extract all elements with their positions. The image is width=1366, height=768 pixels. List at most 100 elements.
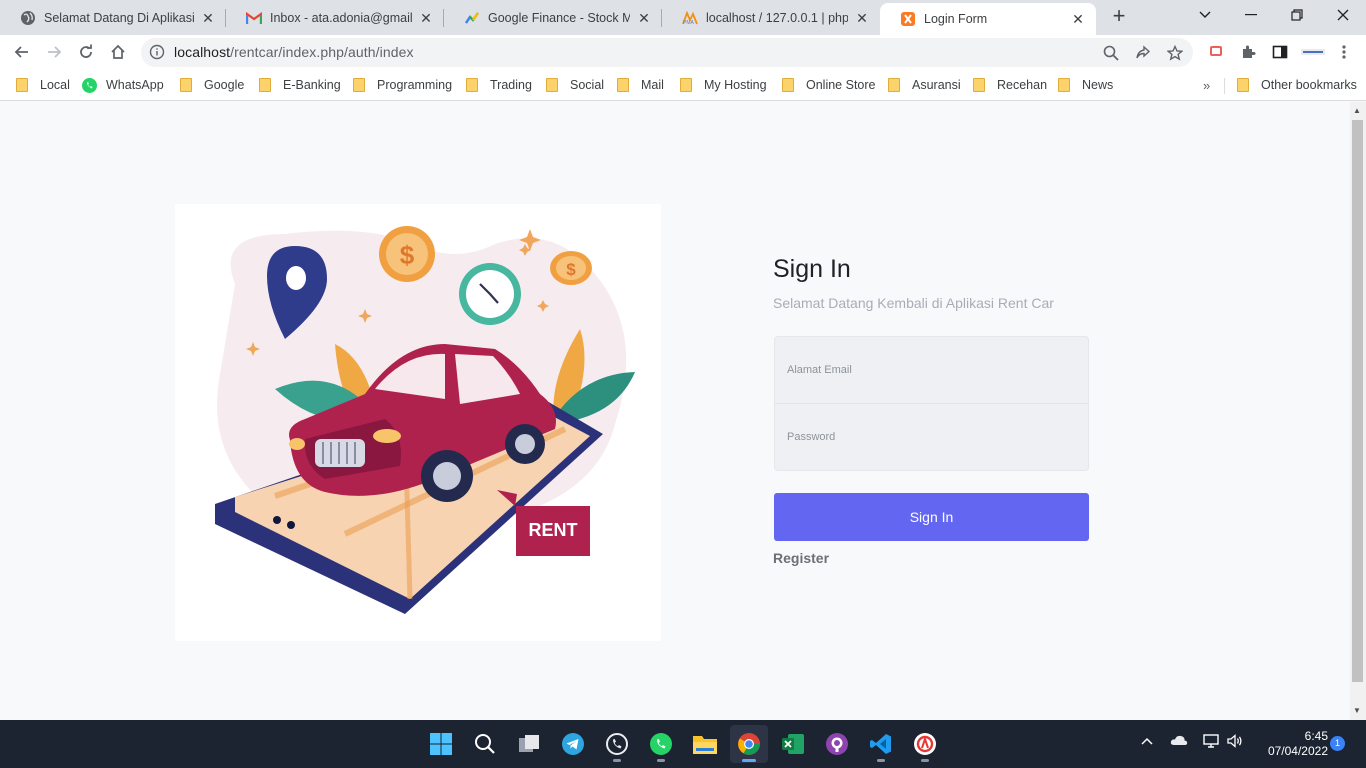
address-bar[interactable]: localhost/rentcar/index.php/auth/index (141, 38, 1193, 67)
new-tab-button[interactable]: + (1106, 4, 1132, 30)
side-panel-icon[interactable] (1271, 43, 1289, 61)
rent-car-illustration: $ $ RENT (175, 204, 661, 641)
chrome-icon[interactable] (730, 725, 768, 763)
bookmark-e-banking[interactable]: E-Banking (259, 76, 341, 94)
bookmark-label: WhatsApp (106, 78, 164, 92)
running-indicator (657, 759, 665, 762)
bookmark-mail[interactable]: Mail (617, 76, 664, 94)
whatsapp-desktop-icon[interactable] (598, 725, 636, 763)
site-info-icon[interactable] (149, 44, 165, 60)
login-page: $ $ RENT Sign In Selamat Datang Kembali … (0, 102, 1350, 720)
bookmarks-divider (1224, 78, 1225, 94)
login-form (774, 336, 1089, 471)
tab-title: Login Form (924, 12, 988, 26)
share-icon[interactable] (1134, 44, 1152, 62)
telegram-icon[interactable] (554, 725, 592, 763)
other-bookmarks[interactable]: Other bookmarks (1237, 76, 1357, 94)
bookmark-google[interactable]: Google (180, 76, 244, 94)
excel-icon[interactable] (774, 725, 812, 763)
tab-close-icon[interactable]: ✕ (854, 10, 870, 26)
volume-icon[interactable] (1227, 734, 1243, 751)
scrollbar-thumb[interactable] (1352, 120, 1363, 682)
password-field[interactable] (775, 404, 1088, 470)
scroll-up-icon[interactable]: ▲ (1353, 106, 1361, 115)
home-button[interactable] (104, 38, 132, 66)
register-link[interactable]: Register (773, 550, 829, 566)
extensions-icon[interactable] (1239, 43, 1257, 61)
bookmark-online-store[interactable]: Online Store (782, 76, 875, 94)
bookmark-local[interactable]: Local (16, 76, 70, 94)
folder-icon (353, 78, 365, 92)
forward-button[interactable] (40, 38, 68, 66)
vscode-icon[interactable] (862, 725, 900, 763)
notification-badge[interactable]: 1 (1330, 736, 1345, 751)
minimize-button[interactable] (1228, 0, 1274, 30)
bookmark-label: Recehan (997, 78, 1048, 92)
other-bookmarks-label: Other bookmarks (1261, 78, 1357, 92)
zoom-icon[interactable] (1102, 44, 1120, 62)
folder-icon (546, 78, 558, 92)
folder-icon (680, 78, 692, 92)
tab-title: Google Finance - Stock Mark (488, 10, 630, 25)
file-explorer-icon[interactable] (686, 725, 724, 763)
tab-google-finance[interactable]: Google Finance - Stock Mark ✕ (444, 0, 662, 35)
page-subtitle: Selamat Datang Kembali di Aplikasi Rent … (773, 295, 1054, 311)
running-indicator (877, 759, 885, 762)
svg-text:PMA: PMA (683, 20, 695, 25)
tab-phpmyadmin[interactable]: PMA localhost / 127.0.0.1 | phpMy ✕ (662, 0, 880, 35)
tab-login-form[interactable]: Login Form ✕ (880, 3, 1096, 35)
windows-taskbar: 6:45 07/04/2022 (0, 720, 1366, 768)
tab-aplikasi[interactable]: Selamat Datang Di Aplikasi M ✕ (0, 0, 226, 35)
bookmark-social[interactable]: Social (546, 76, 604, 94)
bookmark-my-hosting[interactable]: My Hosting (680, 76, 767, 94)
tab-close-icon[interactable]: ✕ (418, 10, 434, 26)
bookmark-star-icon[interactable] (1166, 44, 1184, 62)
tab-close-icon[interactable]: ✕ (1070, 11, 1086, 27)
profile-avatar[interactable] (1301, 43, 1325, 61)
bookmarks-bar: Local WhatsApp Google E-Banking Programm… (0, 69, 1366, 101)
bookmark-programming[interactable]: Programming (353, 76, 452, 94)
folder-icon (1237, 78, 1249, 92)
restore-button[interactable] (1274, 0, 1320, 30)
scroll-down-icon[interactable]: ▼ (1353, 706, 1361, 715)
tab-search-icon[interactable] (1182, 0, 1228, 30)
tab-close-icon[interactable]: ✕ (636, 10, 652, 26)
bookmark-recehan[interactable]: Recehan (973, 76, 1047, 94)
svg-text:$: $ (566, 260, 576, 279)
show-hidden-icons[interactable] (1141, 734, 1153, 748)
back-button[interactable] (8, 38, 36, 66)
app-icon[interactable] (906, 725, 944, 763)
search-icon[interactable] (466, 725, 504, 763)
bookmark-label: Trading (490, 78, 532, 92)
network-icon[interactable] (1203, 734, 1221, 751)
svg-text:$: $ (400, 240, 415, 270)
folder-icon (888, 78, 900, 92)
url-path: /rentcar/index.php/auth/index (230, 44, 414, 60)
onedrive-icon[interactable] (1170, 734, 1188, 749)
running-indicator (742, 759, 756, 762)
reload-button[interactable] (72, 38, 100, 66)
start-icon[interactable] (422, 725, 460, 763)
close-window-button[interactable] (1320, 0, 1366, 30)
sign-in-button[interactable]: Sign In (774, 493, 1089, 541)
page-scrollbar[interactable]: ▲ ▼ (1350, 102, 1366, 720)
task-view-icon[interactable] (510, 725, 548, 763)
tab-gmail[interactable]: Inbox - ata.adonia@gmail.co ✕ (226, 0, 444, 35)
whatsapp-icon[interactable] (642, 725, 680, 763)
bookmark-trading[interactable]: Trading (466, 76, 532, 94)
more-bookmarks-icon[interactable]: » (1203, 78, 1210, 93)
github-desktop-icon[interactable] (818, 725, 856, 763)
bookmark-news[interactable]: News (1058, 76, 1113, 94)
folder-icon (1058, 78, 1070, 92)
system-clock[interactable]: 6:45 07/04/2022 (1252, 729, 1328, 759)
tab-close-icon[interactable]: ✕ (200, 10, 216, 26)
google-finance-icon (464, 10, 480, 26)
bookmark-label: Google (204, 78, 245, 92)
cast-icon[interactable] (1207, 43, 1225, 61)
menu-icon[interactable] (1335, 43, 1353, 61)
bookmark-whatsapp[interactable]: WhatsApp (82, 76, 164, 94)
clock-date: 07/04/2022 (1267, 744, 1328, 758)
bookmark-asuransi[interactable]: Asuransi (888, 76, 961, 94)
email-field[interactable] (775, 337, 1088, 403)
clock-time: 6:45 (1304, 729, 1328, 743)
